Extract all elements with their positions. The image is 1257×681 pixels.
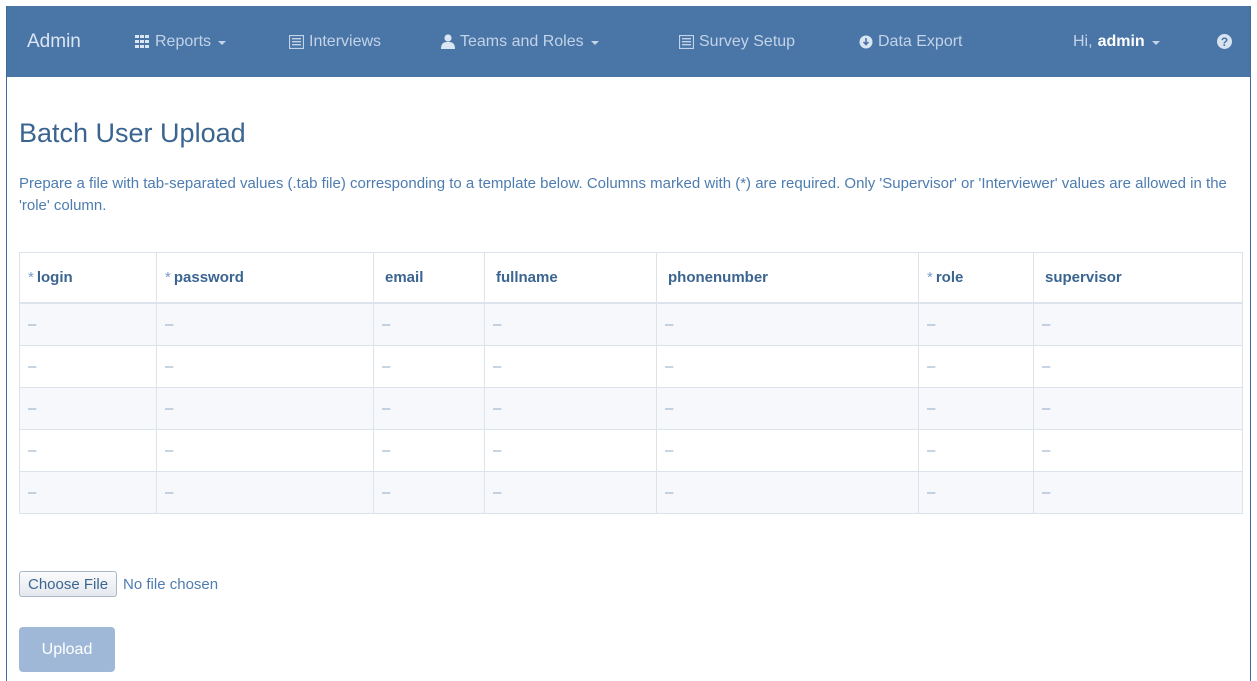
table-cell: –: [373, 387, 485, 430]
table-cell: –: [918, 302, 1034, 346]
help-icon: ?: [1217, 34, 1232, 49]
column-header-login: * login: [19, 252, 157, 304]
table-cell: –: [918, 471, 1034, 514]
reports-icon: [135, 35, 150, 48]
required-mark: *: [28, 269, 34, 286]
table-cell: –: [484, 387, 657, 430]
nav-teams-and-roles-label: Teams and Roles: [460, 32, 584, 50]
list-icon: [289, 34, 304, 49]
table-cell: –: [156, 302, 374, 346]
help-button[interactable]: ?: [1217, 6, 1232, 77]
table-cell: –: [156, 471, 374, 514]
app-window: Admin Reports Interviews Teams and Roles…: [6, 6, 1251, 681]
nav-teams-and-roles[interactable]: Teams and Roles: [441, 6, 599, 77]
table-cell: –: [484, 429, 657, 472]
table-cell: –: [156, 387, 374, 430]
table-cell: –: [656, 387, 919, 430]
top-navbar: Admin Reports Interviews Teams and Roles…: [7, 6, 1250, 77]
table-cell: –: [373, 429, 485, 472]
table-header-row: * login * password email fullname phonenum…: [19, 252, 1243, 304]
table-cell: –: [656, 302, 919, 346]
table-cell: –: [656, 471, 919, 514]
table-cell: –: [484, 471, 657, 514]
column-header-phonenumber: phonenumber: [656, 252, 919, 304]
table-cell: –: [373, 471, 485, 514]
table-cell: –: [918, 429, 1034, 472]
table-cell: –: [1033, 387, 1243, 430]
table-cell: –: [373, 345, 485, 388]
column-header-supervisor: supervisor: [1033, 252, 1243, 304]
column-header-password: * password: [156, 252, 374, 304]
table-cell: –: [484, 345, 657, 388]
choose-file-button[interactable]: Choose File: [19, 571, 118, 597]
page-description: Prepare a file with tab-separated values…: [19, 175, 1227, 214]
column-header-label: phonenumber: [668, 269, 768, 286]
table-cell: –: [156, 345, 374, 388]
brand-link[interactable]: Admin: [27, 6, 81, 77]
table-row: – – – – – – –: [19, 302, 1243, 346]
column-header-label: supervisor: [1045, 269, 1122, 286]
download-icon: [859, 35, 873, 49]
nav-survey-setup-label: Survey Setup: [699, 32, 796, 50]
column-header-label: role: [935, 269, 964, 286]
table-cell: –: [19, 429, 157, 472]
upload-button[interactable]: Upload: [19, 627, 115, 672]
table-cell: –: [19, 345, 157, 388]
nav-reports[interactable]: Reports: [135, 6, 227, 77]
table-cell: –: [19, 387, 157, 430]
template-table: * login * password email fullname phonenum…: [19, 252, 1243, 514]
user-icon: [441, 34, 455, 49]
table-cell: –: [918, 387, 1034, 430]
nav-data-export-label: Data Export: [878, 32, 963, 50]
column-header-label: password: [173, 269, 244, 286]
list-icon: [679, 34, 694, 49]
table-cell: –: [1033, 471, 1243, 514]
user-menu[interactable]: Hi, admin: [1073, 6, 1160, 77]
table-cell: –: [156, 429, 374, 472]
table-cell: –: [1033, 302, 1243, 346]
column-header-fullname: fullname: [484, 252, 657, 304]
table-cell: –: [1033, 345, 1243, 388]
file-status: No file chosen: [123, 575, 219, 593]
chevron-down-icon: [218, 40, 227, 45]
column-header-label: login: [36, 269, 73, 286]
nav-reports-label: Reports: [155, 32, 212, 50]
table-cell: –: [656, 429, 919, 472]
nav-data-export[interactable]: Data Export: [859, 6, 962, 77]
table-cell: –: [918, 345, 1034, 388]
brand-label: Admin: [27, 30, 81, 52]
file-input: Choose File No file chosen: [19, 571, 218, 597]
table-cell: –: [1033, 429, 1243, 472]
table-row: – – – – – – –: [19, 387, 1243, 430]
table-row: – – – – – – –: [19, 429, 1243, 472]
column-header-label: fullname: [496, 269, 558, 286]
column-header-role: * role: [918, 252, 1034, 304]
table-cell: –: [19, 471, 157, 514]
table-cell: –: [373, 302, 485, 346]
table-row: – – – – – – –: [19, 345, 1243, 388]
required-mark: *: [927, 269, 933, 286]
column-header-email: email: [373, 252, 485, 304]
page-title: Batch User Upload: [19, 118, 246, 148]
table-row: – – – – – – –: [19, 471, 1243, 514]
column-header-label: email: [385, 269, 424, 286]
nav-survey-setup[interactable]: Survey Setup: [679, 6, 795, 77]
table-cell: –: [656, 345, 919, 388]
nav-interviews-label: Interviews: [309, 32, 382, 50]
user-name: admin: [1097, 32, 1145, 50]
required-mark: *: [165, 269, 171, 286]
nav-interviews[interactable]: Interviews: [289, 6, 381, 77]
chevron-down-icon: [590, 40, 599, 45]
table-cell: –: [484, 302, 657, 346]
chevron-down-icon: [1151, 40, 1160, 45]
user-greeting: Hi,: [1073, 32, 1093, 50]
table-cell: –: [19, 302, 157, 346]
